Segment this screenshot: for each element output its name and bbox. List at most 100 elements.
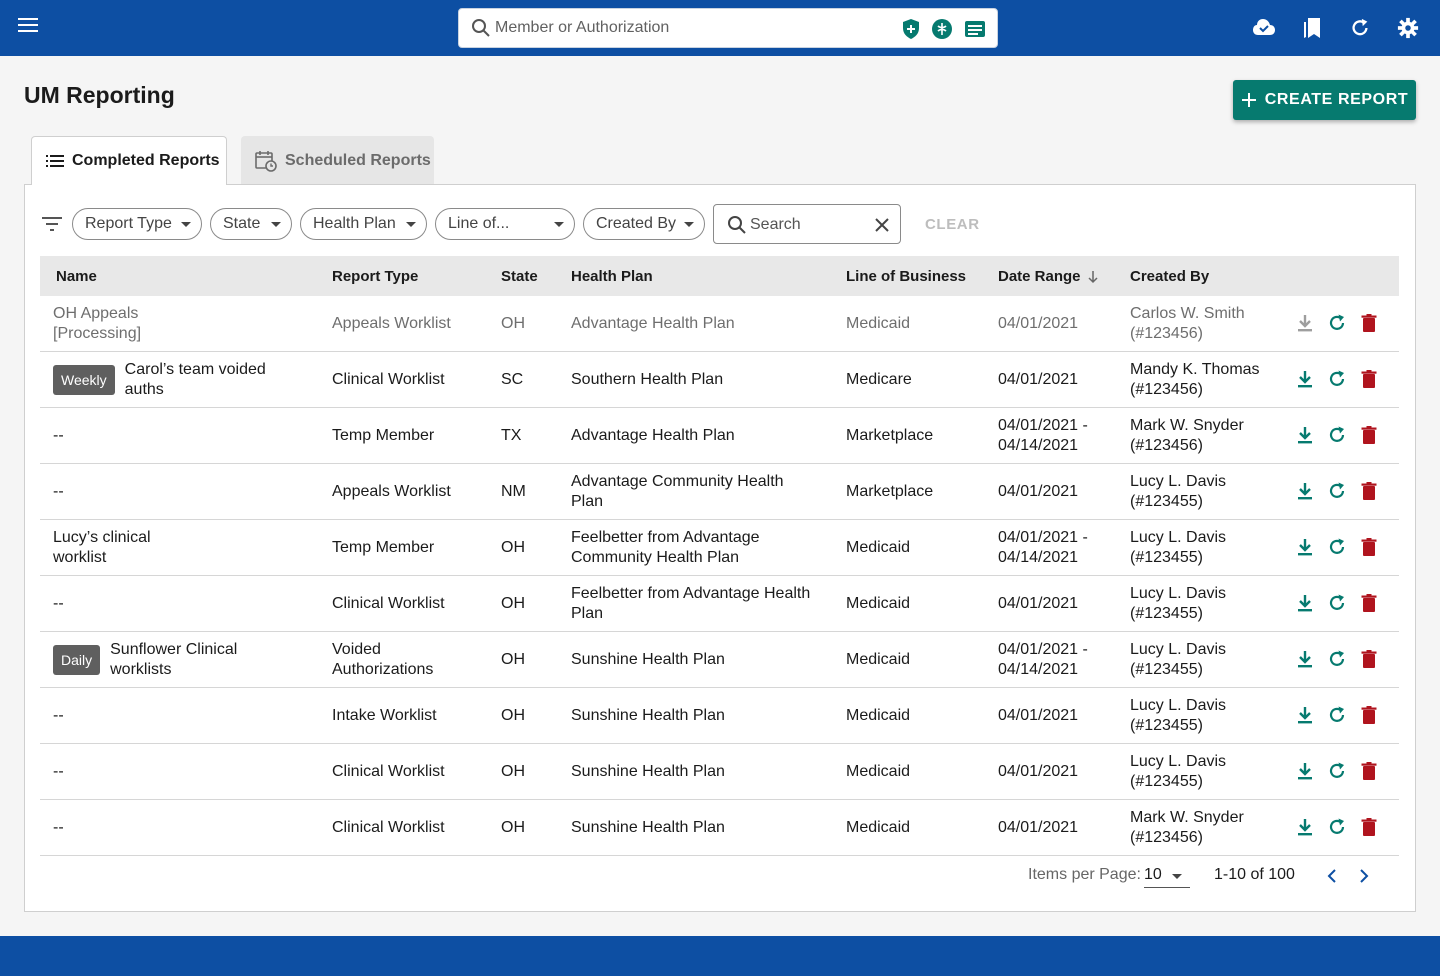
cell-created-by: Mark W. Snyder (#123456) xyxy=(1130,800,1280,856)
global-search-field[interactable]: Member or Authorization xyxy=(458,8,998,48)
filter-icon[interactable] xyxy=(42,216,62,232)
cell-text: Clinical Worklist xyxy=(332,371,445,388)
cell-text: Advantage Health Plan xyxy=(571,427,735,444)
trash-icon[interactable] xyxy=(1359,705,1379,725)
cell-date-range: 04/01/2021 xyxy=(998,688,1118,744)
medical-icon[interactable] xyxy=(931,18,953,40)
rerun-icon[interactable] xyxy=(1327,649,1347,669)
table-row[interactable]: Daily Sunflower Clinical worklists Voided … xyxy=(40,632,1399,688)
trash-icon[interactable] xyxy=(1359,817,1379,837)
rerun-icon[interactable] xyxy=(1327,761,1347,781)
table-row[interactable]: -- Clinical Worklist OH Feelbetter from Adv… xyxy=(40,576,1399,632)
table-row[interactable]: -- Appeals Worklist NM Advantage Community … xyxy=(40,464,1399,520)
table-header: Name Report Type State Health Plan Line … xyxy=(40,256,1399,296)
column-header-name[interactable]: Name xyxy=(56,268,97,285)
download-icon[interactable] xyxy=(1295,593,1315,613)
tab-scheduled-reports[interactable]: Scheduled Reports xyxy=(241,136,434,185)
filter-chip-created-by[interactable]: Created By xyxy=(583,208,705,240)
id-card-icon[interactable] xyxy=(964,20,986,38)
filter-chip-health-plan[interactable]: Health Plan xyxy=(300,208,427,240)
download-icon[interactable] xyxy=(1295,705,1315,725)
cell-created-by: Lucy L. Davis (#123455) xyxy=(1130,744,1280,800)
refresh-icon[interactable] xyxy=(1349,16,1371,40)
download-icon[interactable] xyxy=(1295,425,1315,445)
table-row[interactable]: -- Intake Worklist OH Sunshine Health Plan M… xyxy=(40,688,1399,744)
rerun-icon[interactable] xyxy=(1327,593,1347,613)
rerun-icon[interactable] xyxy=(1327,313,1347,333)
trash-icon[interactable] xyxy=(1359,369,1379,389)
download-icon[interactable] xyxy=(1295,761,1315,781)
cell-text: Advantage Health Plan xyxy=(571,315,735,332)
cell-text: Clinical Worklist xyxy=(332,819,445,836)
trash-icon[interactable] xyxy=(1359,481,1379,501)
gear-icon[interactable] xyxy=(1397,16,1419,40)
cell-line-of-business: Medicaid xyxy=(846,744,986,800)
caret-down-icon xyxy=(181,221,191,227)
cell-text: Southern Health Plan xyxy=(571,371,724,388)
table-row[interactable]: OH Appeals [Processing] Appeals Worklist O… xyxy=(40,296,1399,352)
bookmarks-icon[interactable] xyxy=(1301,16,1323,40)
download-icon[interactable] xyxy=(1295,537,1315,557)
trash-icon[interactable] xyxy=(1359,313,1379,333)
trash-icon[interactable] xyxy=(1359,425,1379,445)
cloud-check-icon[interactable] xyxy=(1252,16,1276,40)
download-icon[interactable] xyxy=(1295,817,1315,837)
create-report-button[interactable]: CREATE REPORT xyxy=(1233,80,1416,120)
column-header-health-plan[interactable]: Health Plan xyxy=(571,268,653,285)
table-row[interactable]: -- Clinical Worklist OH Sunshine Health Pla… xyxy=(40,744,1399,800)
column-header-date-range[interactable]: Date Range xyxy=(998,268,1081,285)
trash-icon[interactable] xyxy=(1359,537,1379,557)
cell-text: Medicaid xyxy=(846,651,911,668)
clear-filters-button[interactable]: CLEAR xyxy=(925,216,980,233)
trash-icon[interactable] xyxy=(1359,649,1379,669)
column-header-created-by[interactable]: Created By xyxy=(1130,268,1209,285)
rerun-icon[interactable] xyxy=(1327,817,1347,837)
trash-icon[interactable] xyxy=(1359,593,1379,613)
download-icon[interactable] xyxy=(1295,313,1315,333)
page-title: UM Reporting xyxy=(24,82,175,108)
shield-plus-icon[interactable] xyxy=(901,18,921,40)
cell-report-type: Clinical Worklist xyxy=(332,744,482,800)
cell-name: -- xyxy=(53,576,303,632)
column-header-state[interactable]: State xyxy=(501,268,538,285)
sort-arrow-down-icon[interactable] xyxy=(1087,270,1099,284)
menu-icon[interactable] xyxy=(18,18,38,38)
row-actions xyxy=(1295,593,1379,613)
trash-icon[interactable] xyxy=(1359,761,1379,781)
rerun-icon[interactable] xyxy=(1327,705,1347,725)
table-row[interactable]: Lucy’s clinical worklist Temp Member OH Fee… xyxy=(40,520,1399,576)
cell-health-plan: Sunshine Health Plan xyxy=(571,800,811,856)
cell-report-type: Appeals Worklist xyxy=(332,464,482,520)
cell-health-plan: Advantage Community Health Plan xyxy=(571,464,811,520)
cell-date-range: 04/01/2021 - 04/14/2021 xyxy=(998,408,1118,464)
column-header-report-type[interactable]: Report Type xyxy=(332,268,418,285)
tab-completed-reports[interactable]: Completed Reports xyxy=(31,136,227,185)
chevron-right-icon[interactable] xyxy=(1357,868,1371,884)
filter-chip-state[interactable]: State xyxy=(210,208,292,240)
table-row[interactable]: -- Clinical Worklist OH Sunshine Health Pla… xyxy=(40,800,1399,856)
cell-text: Medicaid xyxy=(846,595,911,612)
cell-name: -- xyxy=(53,464,303,520)
filter-chip-report-type[interactable]: Report Type xyxy=(72,208,202,240)
chevron-left-icon[interactable] xyxy=(1325,868,1339,884)
table-row[interactable]: Weekly Carol’s team voided auths Clinical … xyxy=(40,352,1399,408)
filter-chip-label: Report Type xyxy=(85,215,172,232)
table-row[interactable]: -- Temp Member TX Advantage Health Plan Mark… xyxy=(40,408,1399,464)
rerun-icon[interactable] xyxy=(1327,369,1347,389)
download-icon[interactable] xyxy=(1295,369,1315,389)
column-header-line-of-business[interactable]: Line of Business xyxy=(846,268,966,285)
filter-chip-line-of-business[interactable]: Line of... xyxy=(435,208,575,240)
cell-date-range: 04/01/2021 xyxy=(998,352,1118,408)
rerun-icon[interactable] xyxy=(1327,537,1347,557)
rerun-icon[interactable] xyxy=(1327,425,1347,445)
table-search-input[interactable]: Search xyxy=(713,204,901,244)
global-search-placeholder: Member or Authorization xyxy=(495,19,670,36)
download-icon[interactable] xyxy=(1295,649,1315,669)
top-app-bar: Member or Authorization xyxy=(0,0,1440,56)
cell-created-by: Lucy L. Davis (#123455) xyxy=(1130,520,1280,576)
items-per-page-select[interactable]: 10 xyxy=(1144,866,1190,888)
close-icon[interactable] xyxy=(874,217,890,233)
cell-text: Temp Member xyxy=(332,539,435,556)
download-icon[interactable] xyxy=(1295,481,1315,501)
rerun-icon[interactable] xyxy=(1327,481,1347,501)
